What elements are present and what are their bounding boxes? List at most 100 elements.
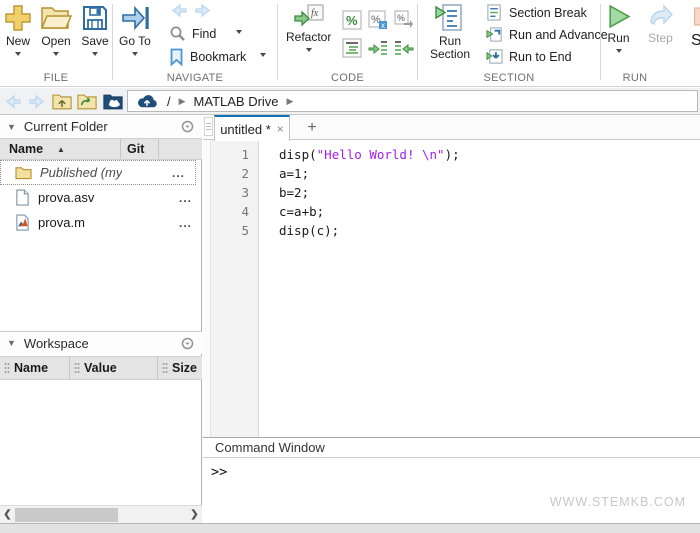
smart-indent-button[interactable] <box>340 35 364 61</box>
scroll-right-icon[interactable]: ❯ <box>187 509 202 520</box>
file-row[interactable]: prova.asv... <box>0 185 202 210</box>
workspace-column-size[interactable]: Size <box>158 357 202 379</box>
workspace-header[interactable]: ▼ Workspace <box>0 331 202 354</box>
find-button-label: Find <box>192 27 216 41</box>
forward-arrow-icon[interactable] <box>194 3 211 18</box>
breadcrumb-root[interactable]: / <box>167 94 171 109</box>
row-options-button[interactable]: ... <box>172 166 195 180</box>
refactor-icon: fx <box>293 3 325 29</box>
main-area: ▼ Current Folder Name▲ Git Published (my… <box>0 115 700 523</box>
run-to-end-label: Run to End <box>509 50 572 64</box>
row-options-button[interactable]: ... <box>179 191 202 205</box>
run-to-end-button[interactable]: Run to End <box>486 48 572 65</box>
stop-button-partial[interactable]: S <box>691 3 700 50</box>
breadcrumb-separator-icon: ▶ <box>179 96 186 107</box>
command-window-header[interactable]: Command Window <box>203 437 700 458</box>
tab-close-icon[interactable]: × <box>277 122 284 136</box>
comment-button[interactable]: % <box>340 7 364 33</box>
code-line[interactable]: 4c=a+b; <box>203 202 700 221</box>
step-button[interactable]: Step <box>647 3 674 45</box>
workspace-column-label: Name <box>14 361 48 375</box>
nav-forward-icon[interactable] <box>26 91 46 111</box>
new-button-label: New <box>6 35 30 48</box>
workspace-column-name[interactable]: Name <box>0 357 70 379</box>
browse-folder-icon[interactable] <box>77 91 97 111</box>
collapse-triangle-icon[interactable]: ▼ <box>7 122 16 132</box>
open-dropdown-caret[interactable] <box>53 52 59 59</box>
editor-tab-bar: untitled * × + <box>203 115 700 140</box>
open-button[interactable]: Open <box>40 3 72 59</box>
new-button[interactable]: New <box>3 3 33 59</box>
current-folder-header[interactable]: ▼ Current Folder <box>0 115 202 138</box>
run-group-label: RUN <box>600 72 670 84</box>
scroll-left-icon[interactable]: ❮ <box>0 509 15 520</box>
run-and-advance-button[interactable]: Run and Advance <box>486 26 608 43</box>
goto-dropdown-caret[interactable] <box>132 52 138 59</box>
run-button[interactable]: Run <box>605 3 632 56</box>
code-line[interactable]: 5disp(c); <box>203 221 700 240</box>
run-section-label: Run Section <box>422 35 478 61</box>
tab-untitled[interactable]: untitled * × <box>214 115 290 141</box>
watermark-text: WWW.STEMKB.COM <box>550 495 686 509</box>
run-button-label: Run <box>607 32 629 45</box>
run-dropdown-caret[interactable] <box>616 49 622 56</box>
indent-left-button[interactable] <box>392 35 416 61</box>
section-break-label: Section Break <box>509 6 587 20</box>
row-options-button[interactable]: ... <box>179 216 202 230</box>
new-tab-button[interactable]: + <box>301 117 323 138</box>
back-arrow-icon[interactable] <box>171 3 188 18</box>
file-name: Published (my <box>40 165 122 180</box>
uncomment-button[interactable]: %x <box>366 7 390 33</box>
nav-back-icon[interactable] <box>3 91 23 111</box>
open-button-label: Open <box>41 35 70 48</box>
command-window[interactable]: >> WWW.STEMKB.COM <box>203 458 700 523</box>
left-sidebar: ▼ Current Folder Name▲ Git Published (my… <box>0 115 202 523</box>
current-folder-columns: Name▲ Git <box>0 138 202 160</box>
panel-menu-icon[interactable] <box>181 337 194 350</box>
bookmark-button[interactable]: Bookmark <box>169 48 266 66</box>
workspace-column-value[interactable]: Value <box>70 357 158 379</box>
save-button[interactable]: Save <box>80 3 110 59</box>
column-header-name[interactable]: Name▲ <box>0 139 120 159</box>
code-editor[interactable]: 1disp("Hello World! \n");2a=1;3b=2;4c=a+… <box>203 140 700 437</box>
wrap-comments-button[interactable]: % <box>392 7 416 33</box>
editor-code-lines: 1disp("Hello World! \n");2a=1;3b=2;4c=a+… <box>203 145 700 240</box>
panel-menu-icon[interactable] <box>181 120 194 133</box>
column-header-blank[interactable] <box>158 139 202 159</box>
ribbon-group-code: fx Refactor % %x % CODE <box>278 0 417 87</box>
goto-button[interactable]: Go To <box>119 3 151 59</box>
code-line[interactable]: 3b=2; <box>203 183 700 202</box>
column-header-git[interactable]: Git <box>120 139 158 159</box>
folder-up-icon[interactable] <box>52 91 72 111</box>
bookmark-dropdown-caret[interactable] <box>260 53 266 60</box>
workspace-title: Workspace <box>24 336 89 351</box>
find-button[interactable]: Find <box>169 25 242 42</box>
cloud-folder-icon[interactable] <box>103 91 123 111</box>
code-line[interactable]: 1disp("Hello World! \n"); <box>203 145 700 164</box>
refactor-dropdown-caret[interactable] <box>306 48 312 55</box>
file-row[interactable]: prova.m... <box>0 210 202 235</box>
command-prompt[interactable]: >> <box>211 464 227 480</box>
indent-right-button[interactable] <box>366 35 390 61</box>
refactor-button[interactable]: fx Refactor <box>286 3 331 55</box>
new-plus-icon <box>3 3 33 33</box>
code-line[interactable]: 2a=1; <box>203 164 700 183</box>
save-dropdown-caret[interactable] <box>92 52 98 59</box>
tabbar-grip-icon[interactable] <box>204 117 213 136</box>
section-break-button[interactable]: Section Break <box>486 4 587 21</box>
horizontal-scrollbar[interactable]: ❮ ❯ <box>0 505 202 523</box>
ribbon-group-section: Run Section Section Break Run and Advanc… <box>418 0 600 87</box>
breadcrumb-folder[interactable]: MATLAB Drive <box>194 94 279 109</box>
find-dropdown-caret[interactable] <box>236 30 242 37</box>
drag-grip-icon <box>4 362 10 374</box>
breadcrumb[interactable]: / ▶ MATLAB Drive ▶ <box>127 90 698 112</box>
drag-grip-icon <box>162 362 168 374</box>
file-row[interactable]: Published (my... <box>0 160 196 185</box>
matlab-window: New Open Save FILE Go To <box>0 0 700 533</box>
collapse-triangle-icon[interactable]: ▼ <box>7 338 16 348</box>
code-text: disp(c); <box>249 221 339 240</box>
run-section-button[interactable]: Run Section <box>420 3 480 61</box>
section-group-label: SECTION <box>418 72 600 84</box>
scrollbar-thumb[interactable] <box>15 508 118 522</box>
new-dropdown-caret[interactable] <box>15 52 21 59</box>
